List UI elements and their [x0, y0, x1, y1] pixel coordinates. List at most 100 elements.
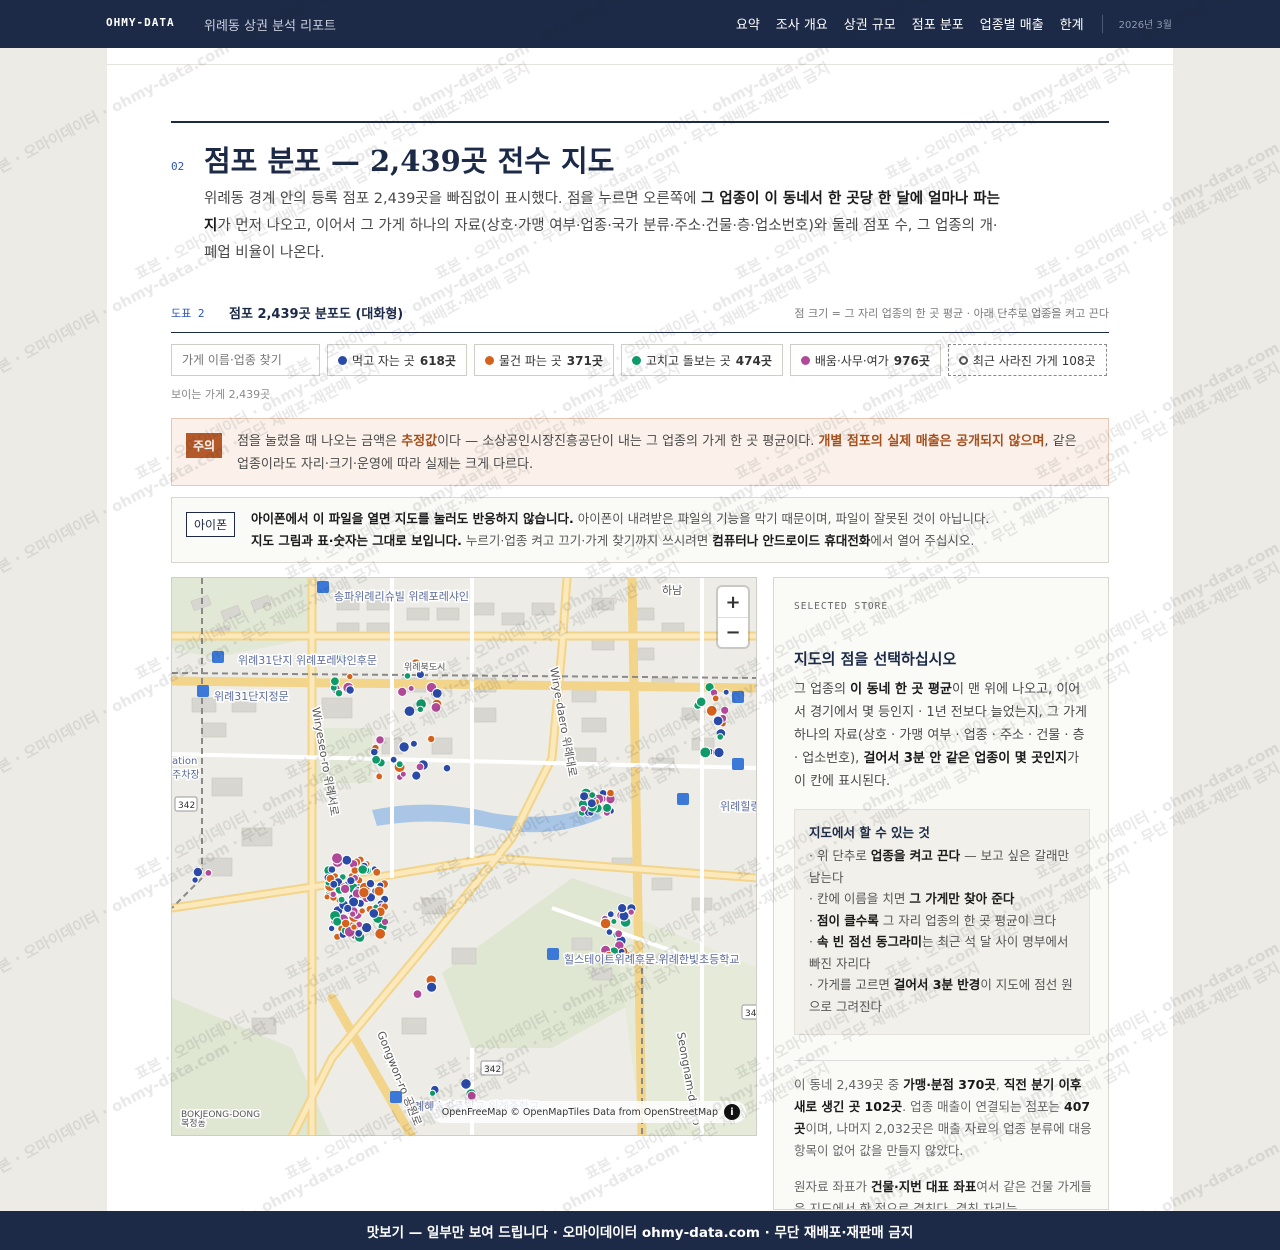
- store-dot[interactable]: [426, 981, 438, 993]
- nav-sales-by-industry[interactable]: 업종별 매출: [980, 14, 1044, 33]
- store-dot[interactable]: [606, 788, 615, 798]
- store-dot[interactable]: [191, 876, 199, 884]
- store-dot[interactable]: [365, 878, 376, 889]
- store-dot[interactable]: [588, 791, 597, 800]
- store-dot[interactable]: [412, 989, 423, 1000]
- brand-logo[interactable]: OHMY-DATA: [106, 16, 175, 29]
- store-dot[interactable]: [375, 735, 385, 745]
- store-dot[interactable]: [370, 747, 379, 757]
- store-dot[interactable]: [350, 923, 358, 931]
- store-dot[interactable]: [330, 676, 340, 687]
- store-dot[interactable]: [695, 696, 707, 708]
- howto-item: · 점이 클수록 그 자리 업종의 한 곳 평균이 크다: [809, 912, 1057, 928]
- filter-chip-retail[interactable]: 물건 파는 곳 371곳: [473, 344, 614, 376]
- store-dot[interactable]: [343, 903, 353, 913]
- store-dot[interactable]: [373, 885, 385, 897]
- store-dot[interactable]: [403, 705, 416, 717]
- store-dot[interactable]: [327, 865, 337, 874]
- store-dot[interactable]: [416, 705, 425, 714]
- store-dot[interactable]: [605, 928, 614, 936]
- filter-chip-food-lodging[interactable]: 먹고 자는 곳 618곳: [327, 344, 467, 376]
- store-dot[interactable]: [460, 1078, 472, 1090]
- store-dot[interactable]: [204, 869, 213, 877]
- store-dot[interactable]: [579, 791, 590, 802]
- store-dot[interactable]: [466, 1090, 477, 1101]
- store-dot[interactable]: [411, 770, 422, 781]
- store-dot[interactable]: [398, 741, 410, 753]
- store-dot[interactable]: [407, 685, 415, 692]
- nav-survey[interactable]: 조사 개요: [776, 14, 828, 33]
- store-dot[interactable]: [346, 876, 356, 886]
- store-dot[interactable]: [427, 734, 436, 744]
- filter-chip-closed-stores[interactable]: 최근 사라진 가게 108곳: [947, 344, 1107, 376]
- store-dot[interactable]: [606, 910, 615, 919]
- attribution-text[interactable]: OpenFreeMap © OpenMapTiles Data from Ope…: [442, 1107, 718, 1118]
- store-dot[interactable]: [627, 908, 635, 916]
- store-dot[interactable]: [357, 864, 368, 875]
- store-dot[interactable]: [375, 772, 384, 781]
- store-dot[interactable]: [337, 895, 346, 904]
- nav-market-size[interactable]: 상권 규모: [844, 14, 896, 33]
- map-canvas[interactable]: 송파위례리슈빌 위례포레샤인 위례31단지 위례포레샤인후문 위례31단지정문 …: [172, 578, 757, 1136]
- store-dot[interactable]: [346, 672, 354, 681]
- store-dot[interactable]: [712, 715, 724, 727]
- store-dot[interactable]: [340, 918, 351, 929]
- store-dot[interactable]: [358, 907, 366, 915]
- store-map[interactable]: 송파위례리슈빌 위례포레샤인 위례31단지 위례포레샤인후문 위례31단지정문 …: [171, 577, 757, 1136]
- store-dot[interactable]: [399, 770, 407, 778]
- store-dot[interactable]: [720, 705, 730, 715]
- store-dot[interactable]: [610, 918, 618, 925]
- store-dot[interactable]: [327, 924, 336, 933]
- nav-limits[interactable]: 한계: [1060, 14, 1084, 33]
- store-dot[interactable]: [329, 879, 339, 889]
- store-dot[interactable]: [430, 701, 442, 713]
- store-dot[interactable]: [397, 686, 408, 698]
- store-dot[interactable]: [699, 746, 712, 759]
- store-dot[interactable]: [579, 804, 588, 813]
- store-dot[interactable]: [431, 688, 443, 699]
- filter-chip-repair-care[interactable]: 고치고 돌보는 곳 474곳: [620, 344, 783, 376]
- zoom-in-button[interactable]: +: [718, 587, 748, 617]
- store-dot[interactable]: [371, 754, 382, 765]
- store-dot[interactable]: [617, 903, 628, 914]
- store-dot[interactable]: [368, 908, 380, 919]
- store-dot[interactable]: [374, 927, 387, 940]
- nav-summary[interactable]: 요약: [736, 14, 760, 33]
- info-icon[interactable]: i: [724, 1104, 740, 1120]
- store-search-input[interactable]: [171, 344, 320, 376]
- store-dot[interactable]: [415, 762, 425, 772]
- store-dot[interactable]: [711, 694, 720, 703]
- store-dot[interactable]: [323, 893, 331, 901]
- store-dot[interactable]: [614, 929, 624, 939]
- store-dot[interactable]: [428, 1089, 437, 1097]
- store-dot[interactable]: [389, 755, 398, 764]
- iphone-notice-text: 아이폰에서 이 파일을 열면 지도를 눌러도 반응하지 않습니다. 아이폰이 내…: [251, 511, 990, 548]
- store-dot[interactable]: [442, 763, 452, 773]
- store-dot[interactable]: [602, 802, 613, 813]
- store-dot[interactable]: [192, 866, 204, 878]
- store-dot[interactable]: [409, 739, 418, 748]
- store-dot[interactable]: [341, 854, 353, 866]
- store-dot[interactable]: [705, 704, 718, 717]
- store-dot[interactable]: [372, 867, 382, 877]
- store-dot[interactable]: [331, 852, 343, 865]
- zoom-out-button[interactable]: −: [718, 617, 748, 647]
- store-dot[interactable]: [716, 733, 725, 741]
- store-dot[interactable]: [350, 866, 360, 875]
- preview-banner: 맛보기 — 일부만 보여 드립니다 · 오마이데이터 ohmy-data.com…: [0, 1211, 1280, 1250]
- store-dot[interactable]: [403, 672, 412, 680]
- store-dot[interactable]: [354, 929, 364, 938]
- store-dot[interactable]: [713, 746, 725, 759]
- store-dot[interactable]: [332, 916, 343, 927]
- store-dot[interactable]: [339, 883, 351, 895]
- nav-store-distribution[interactable]: 점포 분포: [912, 14, 964, 33]
- store-dot[interactable]: [345, 685, 355, 695]
- store-dot[interactable]: [380, 917, 390, 926]
- store-dot[interactable]: [599, 917, 612, 930]
- store-dot[interactable]: [395, 760, 404, 769]
- store-dot[interactable]: [358, 886, 370, 899]
- store-dot[interactable]: [722, 688, 730, 696]
- filter-chip-education-office-leisure[interactable]: 배움·사무·여가 976곳: [789, 344, 941, 376]
- store-dot[interactable]: [586, 798, 597, 809]
- store-dot[interactable]: [329, 890, 337, 898]
